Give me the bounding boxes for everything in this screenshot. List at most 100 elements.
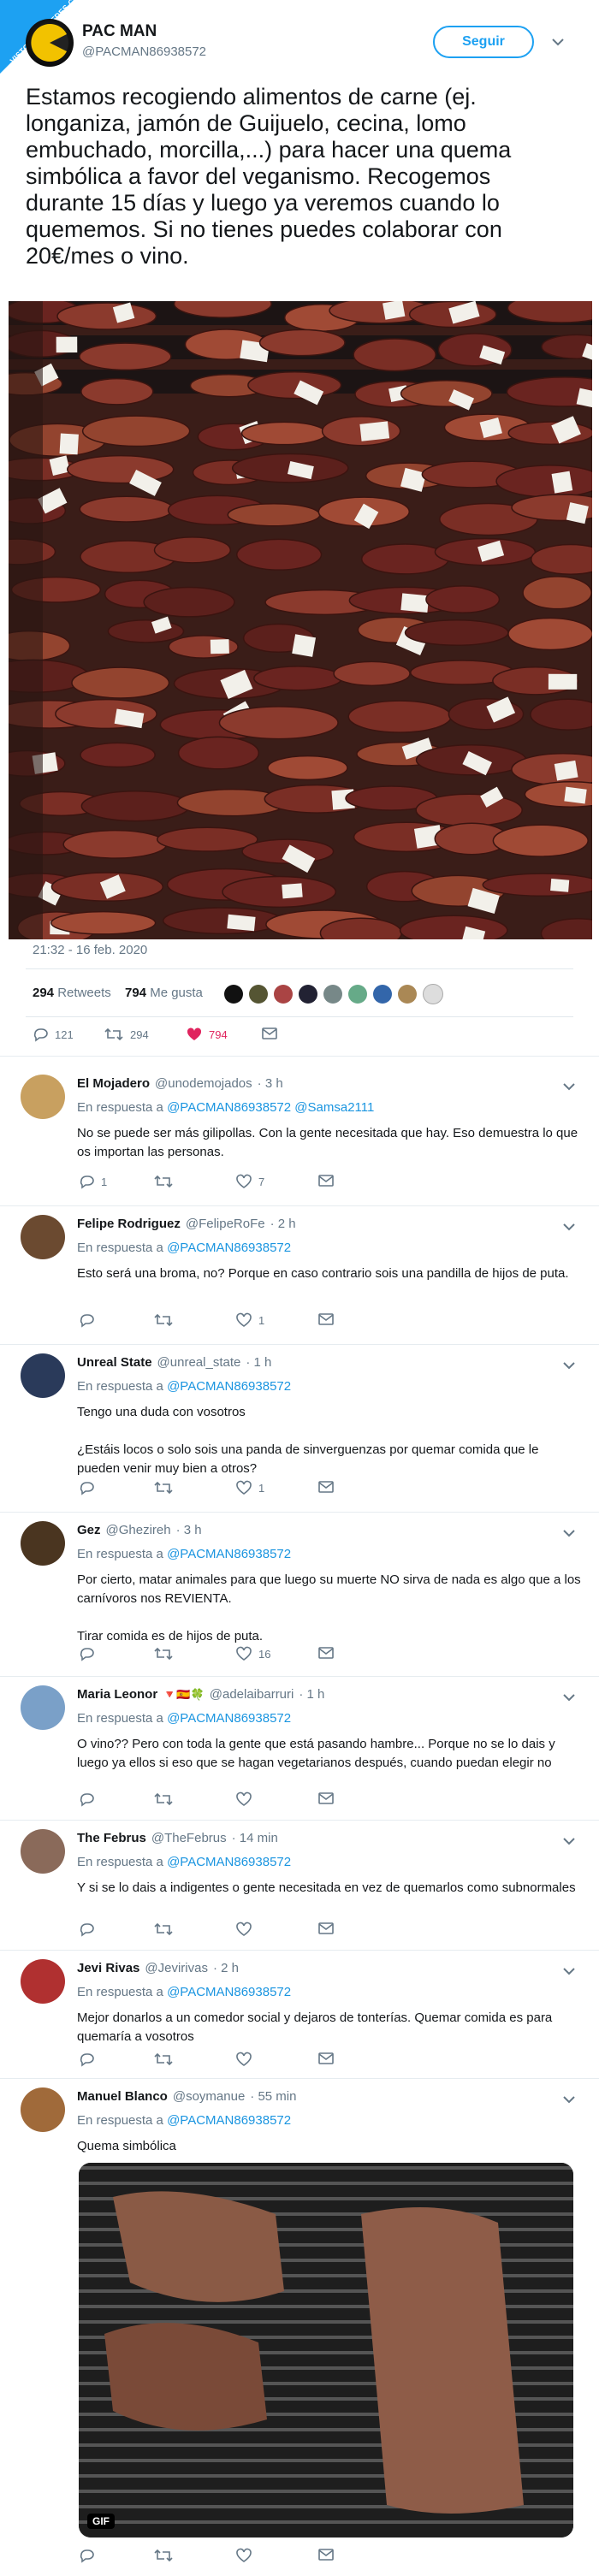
mention-link[interactable]: @PACMAN86938572 [167,1855,291,1869]
reply-author-name[interactable]: El Mojadero [77,1076,150,1091]
tweet-timestamp[interactable]: 21:32 - 16 feb. 2020 [33,943,147,957]
avatar[interactable] [21,1353,65,1398]
reply-menu[interactable] [563,1080,575,1095]
avatar[interactable] [21,1829,65,1874]
avatar[interactable] [21,1215,65,1259]
like-action[interactable]: 1 [236,1312,264,1328]
like-action[interactable] [236,2548,258,2563]
mention-link[interactable]: @PACMAN86938572 [167,1100,294,1115]
like-action[interactable] [236,1922,258,1937]
dm-action[interactable] [318,1646,334,1660]
dm-action[interactable] [318,1791,334,1805]
reply-author-name[interactable]: Gez [77,1523,101,1537]
reply-menu[interactable] [563,1359,575,1374]
dm-action[interactable] [318,1922,334,1935]
chevron-down-icon[interactable] [552,38,564,46]
mention-link[interactable]: @PACMAN86938572 [167,1241,291,1255]
reply-author-handle[interactable]: @TheFebrus [151,1831,227,1845]
reply-menu[interactable] [563,1220,575,1235]
retweet-action[interactable]: 294 [104,1027,149,1042]
like-action[interactable]: 16 [236,1646,270,1661]
tweet-photo-sausages[interactable] [9,301,592,939]
reply-time[interactable]: · 2 h [213,1961,239,1975]
reply-author-name[interactable]: Manuel Blanco [77,2089,168,2104]
reply-action[interactable] [79,1312,101,1328]
like-action[interactable] [236,1791,258,1807]
retweet-count: 294 [130,1027,149,1041]
reply-action[interactable] [79,1922,101,1937]
reply-menu[interactable] [563,1964,575,1980]
chevron-down-icon [563,2096,575,2104]
reply-action[interactable] [79,2548,101,2563]
likes-stat[interactable]: 794 Me gusta [125,986,203,1000]
reply-author-handle[interactable]: @adelaibarruri [210,1687,294,1702]
avatar[interactable] [21,2087,65,2132]
reply-action[interactable]: 1 [79,1174,107,1189]
mention-link[interactable]: @PACMAN86938572 [167,1379,291,1394]
reply-action[interactable] [79,1480,101,1495]
mention-link[interactable]: @PACMAN86938572 [167,1985,291,1999]
mention-link[interactable]: @PACMAN86938572 [167,1547,291,1561]
retweet-action[interactable] [154,1174,180,1189]
avatar[interactable] [21,1959,65,2004]
reply-menu[interactable] [563,1691,575,1706]
like-action[interactable]: 1 [236,1480,264,1495]
retweet-stat[interactable]: 294 Retweets [33,986,111,1000]
reply-author-handle[interactable]: @Jevirivas [145,1961,208,1975]
reply-icon [80,2053,94,2067]
reply-author-handle[interactable]: @unodemojados [155,1076,252,1091]
reply-menu[interactable] [563,2093,575,2108]
author-handle[interactable]: @PACMAN86938572 [82,44,206,59]
like-action[interactable]: 794 [187,1027,228,1042]
reply-author-name[interactable]: Maria Leonor [77,1687,157,1702]
reply-menu[interactable] [563,1834,575,1850]
retweet-action[interactable] [154,2548,180,2563]
reply-action[interactable]: 121 [33,1027,74,1042]
reply-time[interactable]: · 55 min [250,2089,296,2104]
retweet-action[interactable] [154,2052,180,2067]
reply-time[interactable]: · 2 h [270,1217,296,1231]
dm-action[interactable] [318,2052,334,2065]
dm-action[interactable] [318,1312,334,1326]
in-reply-label: En respuesta a [77,2113,168,2128]
reply-author-name[interactable]: Unreal State [77,1355,152,1370]
retweet-action[interactable] [154,1922,180,1937]
reply-author-handle[interactable]: @unreal_state [157,1355,241,1370]
avatar[interactable] [21,1075,65,1119]
avatar[interactable] [26,19,74,67]
dm-action[interactable] [318,2548,334,2561]
author-name[interactable]: PAC MAN [82,22,157,41]
mention-link[interactable]: @PACMAN86938572 [167,2113,291,2128]
retweet-action[interactable] [154,1791,180,1807]
reply-author-handle[interactable]: @FelipeRoFe [186,1217,265,1231]
mention-link[interactable]: @Samsa2111 [294,1100,374,1115]
reply-author-name[interactable]: Jevi Rivas [77,1961,139,1975]
liker-avatars[interactable] [224,984,449,1006]
reply-time[interactable]: · 14 min [232,1831,278,1845]
reply-author-handle[interactable]: @Ghezireh [106,1523,171,1537]
like-action[interactable]: 7 [236,1174,264,1189]
reply-time[interactable]: · 1 h [246,1355,271,1370]
reply-time[interactable]: · 1 h [299,1687,324,1702]
avatar[interactable] [21,1685,65,1730]
dm-action[interactable] [318,1174,334,1187]
reply-time[interactable]: · 3 h [176,1523,202,1537]
mention-link[interactable]: @PACMAN86938572 [167,1711,291,1726]
reply-menu[interactable] [563,1526,575,1542]
retweet-action[interactable] [154,1646,180,1661]
retweet-action[interactable] [154,1480,180,1495]
follow-button[interactable]: Seguir [433,26,534,58]
dm-action[interactable] [262,1027,277,1040]
reply-action[interactable] [79,2052,101,2067]
retweet-action[interactable] [154,1312,180,1328]
avatar[interactable] [21,1521,65,1566]
reply-author-name[interactable]: The Februs [77,1831,146,1845]
reply-action[interactable] [79,1791,101,1807]
reply-author-name[interactable]: Felipe Rodriguez [77,1217,181,1231]
reply-action[interactable] [79,1646,101,1661]
reply-gif-media[interactable]: GIF [79,2163,573,2538]
reply-author-handle[interactable]: @soymanue [173,2089,245,2104]
like-action[interactable] [236,2052,258,2067]
dm-action[interactable] [318,1480,334,1494]
reply-time[interactable]: · 3 h [258,1076,283,1091]
